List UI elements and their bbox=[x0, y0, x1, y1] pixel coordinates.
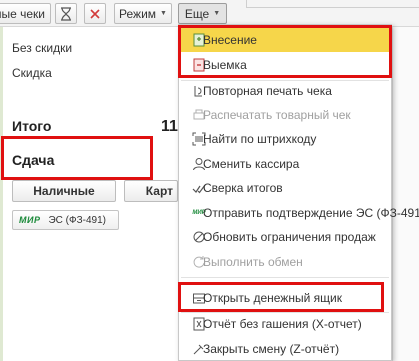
menu-item-label: Выполнить обмен bbox=[203, 255, 303, 269]
discount-label: Скидка bbox=[12, 66, 52, 80]
close-button[interactable] bbox=[84, 3, 106, 24]
hourglass-icon bbox=[61, 6, 71, 21]
cash-button[interactable]: Наличные bbox=[12, 180, 116, 202]
hourglass-button[interactable] bbox=[55, 3, 77, 24]
menu-item-change-cashier[interactable]: Сменить кассира bbox=[179, 152, 391, 176]
right-panel-edge bbox=[392, 27, 419, 361]
menu-item-label: Повторная печать чека bbox=[203, 84, 332, 98]
mir-logo: МИР bbox=[19, 215, 41, 225]
mode-button-label: Режим bbox=[119, 6, 157, 21]
card-button[interactable]: Карт bbox=[124, 180, 178, 202]
menu-item-label: Внесение bbox=[203, 33, 257, 47]
menu-item-label: Сменить кассира bbox=[203, 157, 300, 171]
menu-item-reprint[interactable]: Повторная печать чека bbox=[179, 79, 391, 103]
menu-item-x-report[interactable]: Отчёт без гашения (X-отчет) bbox=[179, 312, 391, 336]
more-button[interactable]: Еще ▼ bbox=[178, 3, 227, 24]
menu-item-label: Выемка bbox=[203, 58, 247, 72]
toolbar-extension bbox=[246, 0, 419, 8]
menu-item-open-cash-drawer[interactable]: Открыть денежный ящик bbox=[179, 286, 391, 310]
menu-item-run-exchange[interactable]: Выполнить обмен bbox=[179, 250, 391, 274]
menu-item-close-shift[interactable]: Закрыть смену (Z-отчёт) bbox=[179, 337, 391, 361]
menu-item-update-restrictions[interactable]: Обновить ограничения продаж bbox=[179, 225, 391, 249]
menu-item-label: Отчёт без гашения (X-отчет) bbox=[203, 317, 362, 331]
menu-item-label: Открыть денежный ящик bbox=[203, 291, 342, 305]
receipts-button[interactable]: ные чеки bbox=[0, 3, 51, 24]
menu-item-label: Сверка итогов bbox=[203, 181, 283, 195]
more-dropdown-menu: Внесение Выемка Повторная печать чека Ра… bbox=[178, 24, 419, 361]
total-value: 11 bbox=[161, 118, 178, 135]
mir-button-label: ЭС (ФЗ-491) bbox=[48, 214, 106, 226]
chevron-down-icon: ▼ bbox=[160, 10, 167, 17]
mode-button[interactable]: Режим ▼ bbox=[114, 3, 172, 24]
change-label: Сдача bbox=[12, 152, 55, 168]
menu-item-label: Отправить подтверждение ЭС (ФЗ-491) bbox=[203, 206, 419, 220]
menu-item-label: Закрыть смену (Z-отчёт) bbox=[203, 342, 340, 356]
chevron-down-icon: ▼ bbox=[213, 10, 221, 17]
more-button-label: Еще bbox=[184, 6, 210, 21]
menu-separator bbox=[181, 277, 389, 278]
menu-item-find-barcode[interactable]: Найти по штрихкоду bbox=[179, 127, 391, 151]
menu-item-deposit[interactable]: Внесение bbox=[179, 28, 391, 52]
receipts-button-label: ные чеки bbox=[0, 6, 45, 21]
menu-item-label: Обновить ограничения продаж bbox=[203, 230, 376, 244]
menu-item-withdrawal[interactable]: Выемка bbox=[179, 53, 391, 77]
menu-item-send-es-confirmation[interactable]: МИР Отправить подтверждение ЭС (ФЗ-491) bbox=[179, 201, 419, 225]
menu-item-print-goods-receipt[interactable]: Распечатать товарный чек bbox=[179, 103, 391, 127]
total-label: Итого bbox=[12, 118, 52, 134]
no-discount-label: Без скидки bbox=[12, 41, 73, 55]
close-icon bbox=[90, 8, 100, 19]
menu-item-reconcile[interactable]: Сверка итогов bbox=[179, 176, 391, 200]
mir-payment-button[interactable]: МИР ЭС (ФЗ-491) bbox=[12, 210, 119, 230]
menu-item-label: Найти по штрихкоду bbox=[203, 132, 317, 146]
menu-item-label: Распечатать товарный чек bbox=[203, 108, 351, 122]
